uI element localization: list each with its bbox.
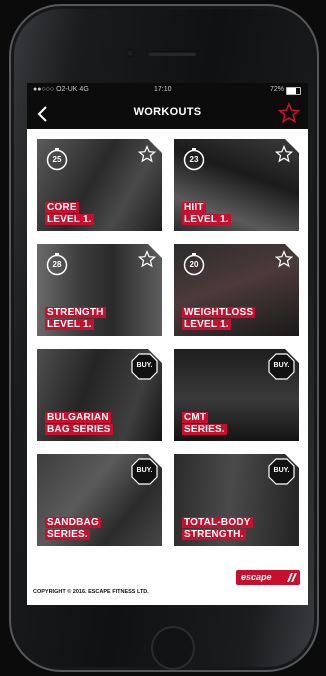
buy-label: BUY. [136,467,153,474]
duration-badge: 23 [182,147,206,171]
workout-title: CORE LEVEL 1. [45,201,94,225]
buy-label: BUY. [273,467,290,474]
clock: 17:10 [154,86,172,93]
workout-title-line-1: STRENGTH [45,307,106,318]
battery-icon [286,87,301,95]
workout-title: WEIGHTLOSS LEVEL 1. [182,306,256,330]
buy-badge[interactable]: BUY. [131,353,158,380]
workout-title-line-1: CMT [182,412,209,423]
workout-title-line-2: BAG SERIES [45,424,113,435]
duration-minutes: 28 [52,260,62,269]
workout-title: BULGARIAN BAG SERIES [45,411,113,435]
brand-mark-icon [287,573,297,582]
workout-title: STRENGTH LEVEL 1. [45,306,106,330]
escape-logo: escape [236,570,300,585]
workout-title-line-2: LEVEL 1. [182,319,231,330]
favorite-toggle[interactable] [137,145,157,163]
workout-title-line-2: LEVEL 1. [182,214,231,225]
workout-tile[interactable]: BUY. SANDBAG SERIES. [37,454,162,546]
buy-label: BUY. [273,362,290,369]
workout-title-line-1: CORE [45,202,79,213]
workout-tile[interactable]: BUY. BULGARIAN BAG SERIES [37,349,162,441]
brand-name: escape [241,572,272,582]
duration-minutes: 25 [52,155,62,164]
duration-badge: 25 [45,147,69,171]
workout-tile[interactable]: 28 STRENGTH LEVEL 1. [37,244,162,336]
star-outline-icon [137,145,157,163]
home-button[interactable] [151,626,195,670]
page-title: WORKOUTS [133,106,202,118]
copyright-text: COPYRIGHT © 2016. ESCAPE FITNESS LTD. [33,589,149,595]
earpiece-speaker [147,51,197,56]
buy-label: BUY. [136,362,153,369]
workout-title: CMT SERIES. [182,411,227,435]
star-outline-icon [274,250,294,268]
star-outline-icon [137,250,157,268]
workout-title-line-1: HIIT [182,202,206,213]
favorite-toggle[interactable] [274,145,294,163]
workout-tile[interactable]: BUY. CMT SERIES. [174,349,299,441]
workout-tile[interactable]: 25 CORE LEVEL 1. [37,139,162,231]
buy-badge[interactable]: BUY. [268,458,295,485]
workout-title-line-1: WEIGHTLOSS [182,307,256,318]
workout-title-line-2: LEVEL 1. [45,319,94,330]
workout-title: SANDBAG SERIES. [45,516,101,540]
workout-tile[interactable]: BUY. TOTAL-BODY STRENGTH. [174,454,299,546]
workout-title-line-1: SANDBAG [45,517,101,528]
workout-tile[interactable]: 23 HIIT LEVEL 1. [174,139,299,231]
favorite-toggle[interactable] [274,250,294,268]
duration-minutes: 20 [189,260,199,269]
app-screen: ●●○○○ O2-UK 4G 17:10 72% WORKOUTS 25 CORE… [27,83,308,605]
workout-title-line-2: STRENGTH. [182,529,246,540]
duration-badge: 28 [45,252,69,276]
favorite-toggle[interactable] [137,250,157,268]
footer: escape COPYRIGHT © 2016. ESCAPE FITNESS … [27,565,308,605]
favorites-button[interactable] [277,101,301,124]
workout-title-line-2: LEVEL 1. [45,214,94,225]
workout-title: TOTAL-BODY STRENGTH. [182,516,253,540]
workout-title-line-2: SERIES. [45,529,90,540]
status-bar: ●●○○○ O2-UK 4G 17:10 72% [27,86,308,98]
workout-title-line-1: BULGARIAN [45,412,111,423]
buy-badge[interactable]: BUY. [131,458,158,485]
workout-title-line-2: SERIES. [182,424,227,435]
carrier-label: ●●○○○ O2-UK 4G [33,86,89,93]
workout-title: HIIT LEVEL 1. [182,201,231,225]
workout-tile[interactable]: 20 WEIGHTLOSS LEVEL 1. [174,244,299,336]
star-outline-icon [274,145,294,163]
star-outline-icon [277,101,301,124]
front-camera [126,49,134,57]
workout-title-line-1: TOTAL-BODY [182,517,253,528]
battery-percent: 72% [269,86,284,93]
duration-minutes: 23 [189,155,199,164]
navigation-bar: ●●○○○ O2-UK 4G 17:10 72% WORKOUTS [27,83,308,129]
duration-badge: 20 [182,252,206,276]
buy-badge[interactable]: BUY. [268,353,295,380]
